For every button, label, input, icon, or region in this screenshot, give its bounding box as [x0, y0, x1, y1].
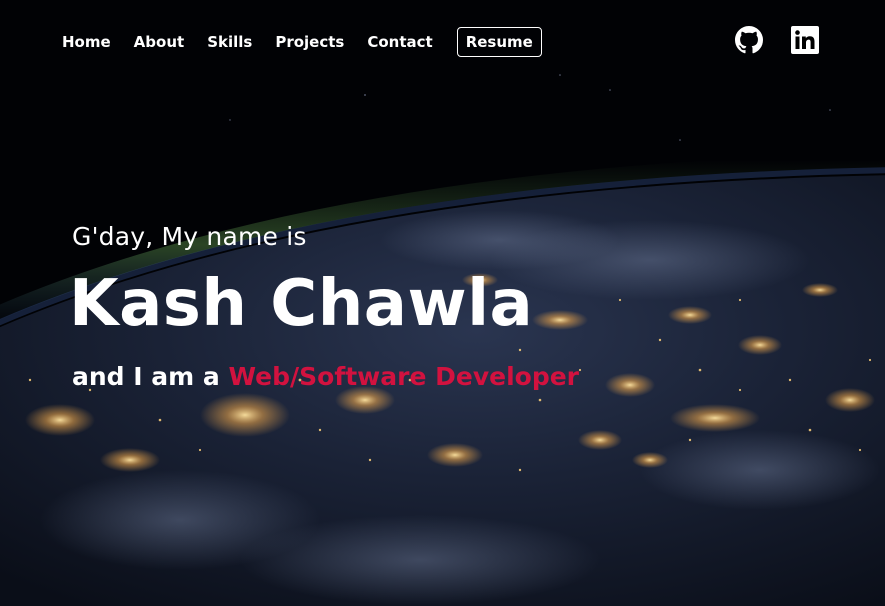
resume-button[interactable]: Resume [456, 27, 542, 57]
nav-link-home[interactable]: Home [62, 33, 111, 51]
tagline-prefix: and I am a [72, 362, 229, 391]
github-icon-graphic [735, 26, 763, 54]
nav-link-contact[interactable]: Contact [367, 33, 432, 51]
role-text: Web/Software Developer [228, 362, 579, 391]
greeting-text: G'day, My name is [72, 222, 307, 251]
linkedin-icon[interactable] [791, 26, 819, 54]
tagline: and I am a Web/Software Developer [72, 362, 579, 391]
nav-link-projects[interactable]: Projects [275, 33, 344, 51]
hero-intro: G'day, My name is Kash Chawla and I am a… [69, 222, 579, 391]
linkedin-icon-graphic [791, 26, 819, 54]
nav-link-skills[interactable]: Skills [207, 33, 252, 51]
top-navbar: Home About Skills Projects Contact Resum… [0, 0, 885, 84]
nav-links: Home About Skills Projects Contact Resum… [62, 26, 542, 58]
github-icon[interactable] [735, 26, 763, 54]
nav-link-about[interactable]: About [134, 33, 185, 51]
hero-name: Kash Chawla [69, 267, 534, 341]
hero-section: Home About Skills Projects Contact Resum… [0, 0, 885, 606]
